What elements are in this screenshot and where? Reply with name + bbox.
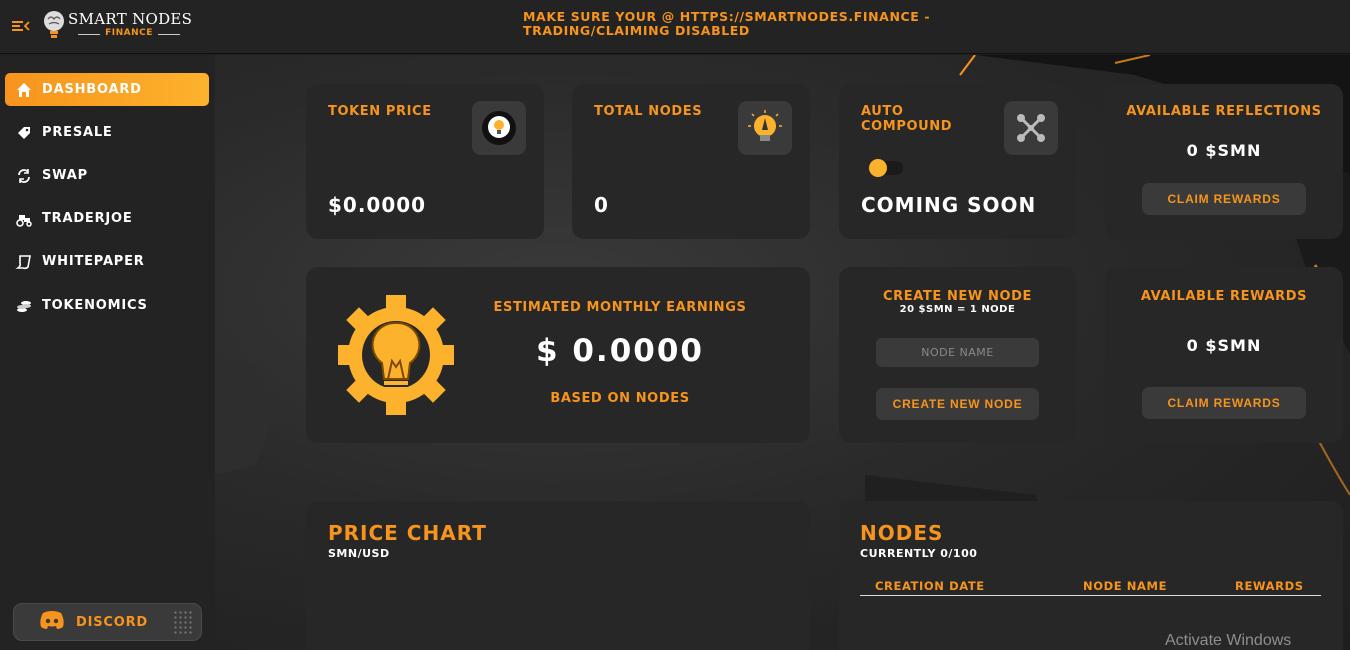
token-price-value: $0.0000	[328, 193, 427, 217]
sidebar-item-label: PRESALE	[42, 125, 113, 140]
earnings-title: ESTIMATED MONTHLY EARNINGS	[493, 300, 747, 315]
main-content: TOKEN PRICE $0.0000 TOTAL NODES 0 AUTO C…	[215, 55, 1350, 650]
sidebar-item-swap[interactable]: SWAP	[5, 159, 209, 192]
table-header-divider	[860, 595, 1321, 596]
activate-windows-watermark: Activate Windows	[1165, 632, 1292, 649]
auto-compound-status: COMING SOON	[861, 193, 1037, 217]
sidebar-item-label: SWAP	[42, 168, 88, 183]
price-chart-title: PRICE CHART	[328, 521, 487, 545]
sidebar-item-label: DASHBOARD	[42, 82, 142, 97]
menu-toggle-icon[interactable]	[12, 18, 30, 34]
total-nodes-title: TOTAL NODES	[594, 104, 703, 119]
dots-decoration	[173, 610, 193, 636]
sidebar-item-dashboard[interactable]: DASHBOARD	[5, 73, 209, 106]
available-reflections-card: AVAILABLE REFLECTIONS 0 $SMN CLAIM REWAR…	[1105, 84, 1343, 239]
create-node-cost: 20 $SMN = 1 NODE	[899, 304, 1016, 315]
sidebar-item-traderjoe[interactable]: TRADERJOE	[5, 202, 209, 235]
brain-bulb-icon	[44, 11, 64, 38]
discord-label: DISCORD	[76, 614, 148, 630]
rewards-title: AVAILABLE REWARDS	[1140, 289, 1308, 304]
create-node-card: CREATE NEW NODE 20 $SMN = 1 NODE CREATE …	[839, 267, 1076, 443]
brand-sub: FINANCE	[74, 28, 184, 38]
paper-icon	[15, 253, 33, 271]
total-nodes-card: TOTAL NODES 0	[572, 84, 810, 239]
create-node-button[interactable]: CREATE NEW NODE	[876, 388, 1039, 420]
rewards-value: 0 $SMN	[1186, 336, 1262, 355]
sidebar-item-tokenomics[interactable]: TOKENOMICS	[5, 289, 209, 322]
node-name-input[interactable]	[876, 338, 1039, 367]
sidebar-item-presale[interactable]: PRESALE	[5, 116, 209, 149]
auto-compound-card: AUTO COMPOUND COMING SOON	[839, 84, 1076, 239]
auto-compound-toggle[interactable]	[869, 159, 903, 177]
home-icon	[15, 81, 33, 99]
top-bar: SMART NODES FINANCE MAKE SURE YOUR @ HTT…	[0, 0, 1350, 54]
sidebar-item-whitepaper[interactable]: WHITEPAPER	[5, 245, 209, 278]
create-node-title: CREATE NEW NODE	[883, 289, 1032, 304]
sidebar-item-label: TRADERJOE	[42, 211, 133, 226]
discord-icon	[38, 610, 66, 634]
tag-icon	[15, 124, 33, 142]
token-price-title: TOKEN PRICE	[328, 104, 432, 119]
swap-icon	[15, 167, 33, 185]
network-nodes-icon	[1004, 101, 1058, 155]
brand-name: SMART NODES	[68, 10, 193, 28]
brand-logo[interactable]: SMART NODES FINANCE	[40, 6, 210, 46]
discord-button[interactable]: DISCORD	[13, 603, 202, 641]
nodes-card: NODES CURRENTLY 0/100 CREATION DATE NODE…	[839, 501, 1343, 650]
sidebar-item-label: TOKENOMICS	[42, 298, 148, 313]
claim-rewards-button[interactable]: CLAIM REWARDS	[1142, 387, 1306, 419]
column-creation-date: CREATION DATE	[875, 579, 985, 593]
sidebar: DASHBOARD PRESALE SWAP TRADERJOE WHITEPA…	[0, 55, 215, 650]
nodes-count: CURRENTLY 0/100	[860, 547, 978, 560]
earnings-value: $ 0.0000	[536, 333, 704, 369]
column-rewards: REWARDS	[1235, 579, 1304, 593]
earnings-note: BASED ON NODES	[550, 391, 690, 406]
toggle-knob	[869, 159, 887, 177]
auto-compound-title: AUTO COMPOUND	[861, 104, 953, 134]
reflections-title: AVAILABLE REFLECTIONS	[1126, 104, 1322, 119]
total-nodes-value: 0	[594, 193, 609, 217]
gear-bulb-icon	[338, 295, 454, 415]
reflections-value: 0 $SMN	[1186, 141, 1262, 160]
token-price-card: TOKEN PRICE $0.0000	[306, 84, 544, 239]
tractor-icon	[15, 210, 33, 228]
head-bulb-icon	[472, 101, 526, 155]
earnings-card: ESTIMATED MONTHLY EARNINGS $ 0.0000 BASE…	[306, 267, 810, 443]
coins-icon	[15, 297, 33, 315]
security-notice: MAKE SURE YOUR @ HTTPS://SMARTNODES.FINA…	[523, 9, 931, 38]
column-node-name: NODE NAME	[1083, 579, 1168, 593]
bulb-pencil-icon	[738, 101, 792, 155]
sidebar-item-label: WHITEPAPER	[42, 254, 145, 269]
available-rewards-card: AVAILABLE REWARDS 0 $SMN CLAIM REWARDS	[1105, 267, 1343, 443]
price-chart-pair: SMN/USD	[328, 547, 390, 560]
nodes-title: NODES	[860, 521, 944, 545]
claim-reflections-button[interactable]: CLAIM REWARDS	[1142, 183, 1306, 215]
price-chart-card: PRICE CHART SMN/USD	[306, 501, 810, 650]
